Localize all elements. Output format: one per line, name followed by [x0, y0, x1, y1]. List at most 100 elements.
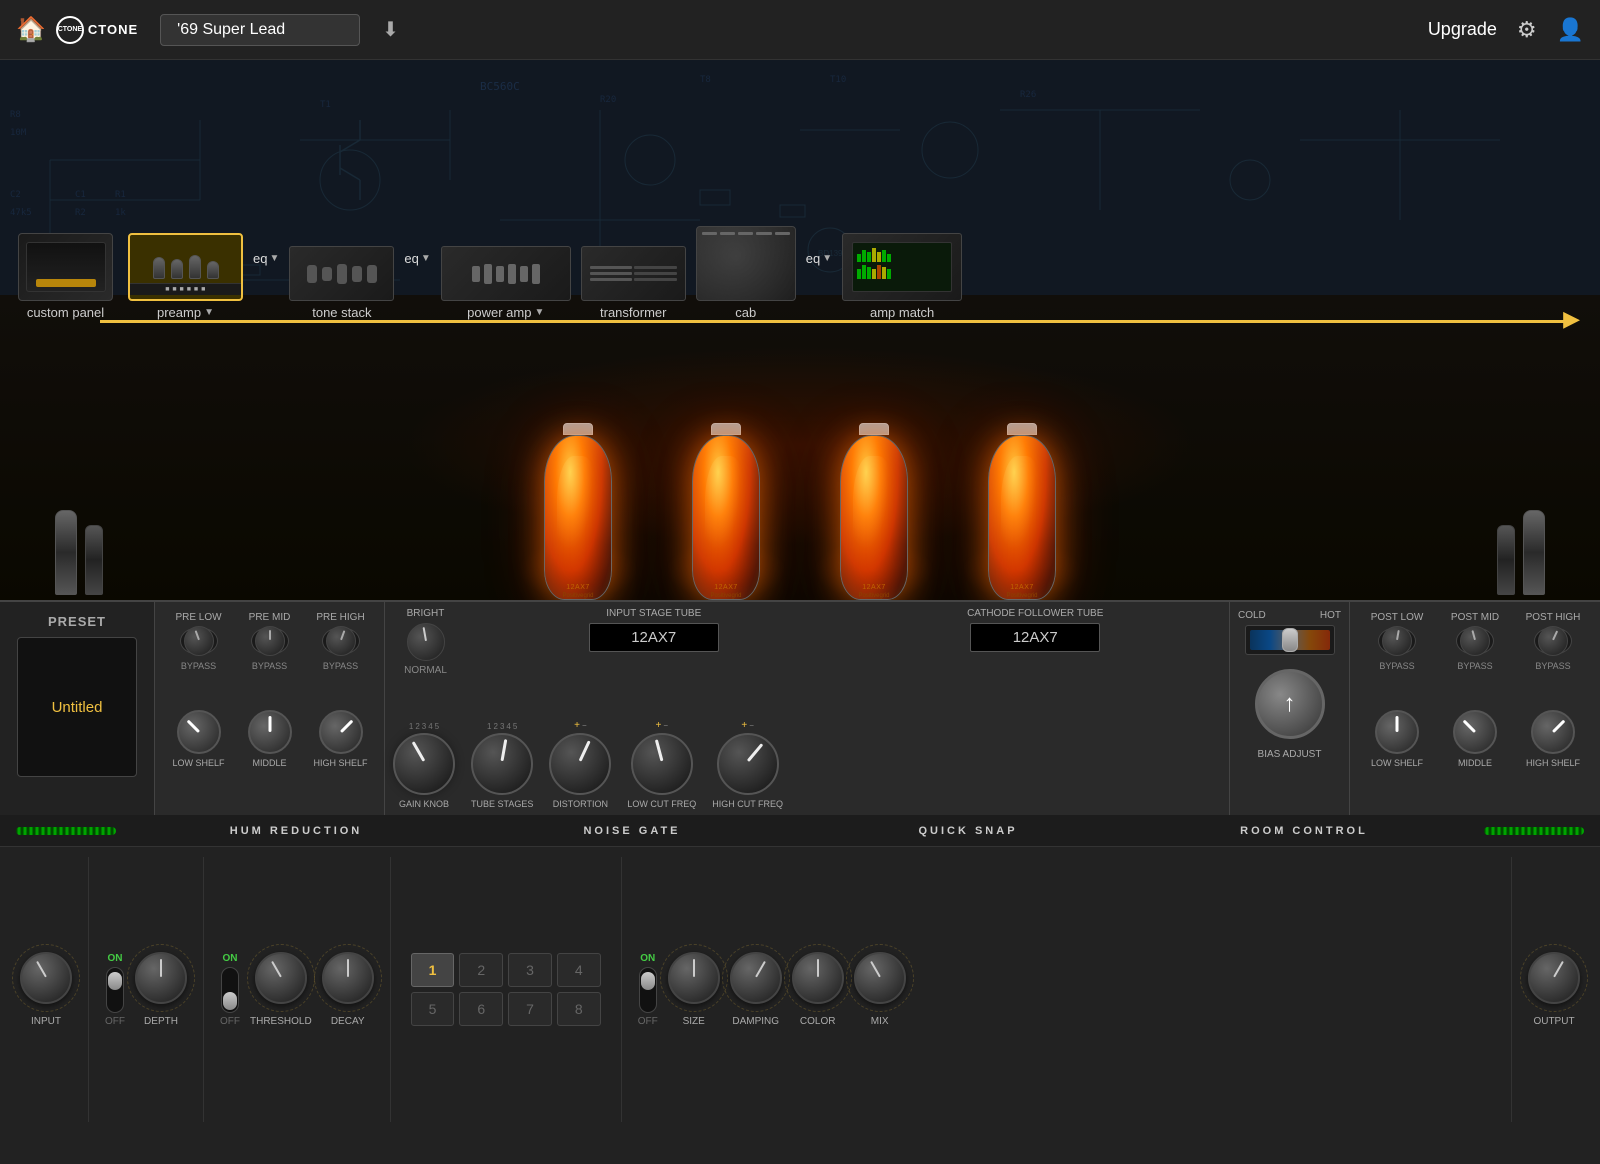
user-icon[interactable]: 👤 [1557, 17, 1584, 43]
cathode-follower-tube-header: CATHODE FOLLOWER TUBE [967, 608, 1103, 619]
hum-reduction-label: HUM REDUCTION [128, 825, 464, 837]
room-mix-knob[interactable] [854, 952, 906, 1004]
room-damping-knob[interactable] [730, 952, 782, 1004]
gain-knob[interactable] [393, 733, 455, 795]
post-mid-bypass-knob[interactable] [1456, 627, 1494, 655]
bright-column: BRIGHT NORMAL [393, 608, 458, 676]
chain-item-eq3[interactable]: eq▼ [806, 251, 832, 320]
tube-stages-knob[interactable] [471, 733, 533, 795]
noise-toggle[interactable] [221, 967, 239, 1013]
preset-box[interactable]: Untitled [17, 637, 137, 777]
chain-label-amp-match: amp match [870, 305, 934, 320]
chain-item-custom-panel[interactable]: custom panel [18, 233, 113, 320]
transformer-image [581, 246, 686, 301]
tube-1[interactable]: 12AX7 Positivegrid ↓ [544, 423, 612, 600]
chain-item-cab[interactable]: cab [696, 226, 796, 320]
snap-btn-3[interactable]: 3 [508, 953, 552, 987]
high-cut-label: HIGH CUT FREQ [712, 799, 783, 809]
pre-low-bypass-knob[interactable] [180, 627, 218, 655]
post-mid-header: POST MID [1445, 612, 1505, 623]
snap-btn-6[interactable]: 6 [459, 992, 503, 1026]
cathode-follower-tube-selector[interactable]: 12AX7 [970, 623, 1100, 652]
pre-low-header: PRE LOW [169, 612, 229, 623]
post-high-header: POST HIGH [1523, 612, 1583, 623]
tube-3[interactable]: 12AX7 Positivegrid [840, 423, 908, 600]
chain-item-eq2[interactable]: eq▼ [404, 251, 430, 320]
input-label: INPUT [31, 1016, 61, 1027]
power-amp-image [441, 246, 571, 301]
led-bar-right [1484, 827, 1584, 835]
room-color-label: COLOR [800, 1016, 836, 1027]
room-toggle[interactable] [639, 967, 657, 1013]
pre-high-header: PRE HIGH [311, 612, 371, 623]
output-knob[interactable] [1528, 952, 1580, 1004]
post-low-shelf-knob[interactable] [1375, 710, 1419, 754]
input-stage-tube-selector[interactable]: 12AX7 [589, 623, 719, 652]
chain-label-transformer: transformer [600, 305, 666, 320]
preset-name-display[interactable]: '69 Super Lead [160, 14, 360, 46]
chain-item-amp-match[interactable]: amp match [842, 233, 962, 320]
side-tube-left-1 [55, 510, 77, 595]
tube-4[interactable]: 12AX7 Positivegrid [988, 423, 1056, 600]
bright-knob[interactable] [407, 623, 445, 661]
tube-stages-column: 12345 TUBE STAGES [471, 722, 533, 809]
settings-icon[interactable]: ⚙ [1517, 17, 1537, 43]
hum-depth-knob[interactable] [135, 952, 187, 1004]
post-middle-knob[interactable] [1453, 710, 1497, 754]
logo-text: CTONE [58, 26, 82, 33]
download-icon[interactable]: ⬇ [382, 17, 399, 42]
cab-gold-strip [36, 279, 96, 287]
pre-low-bypass-label: BYPASS [169, 661, 229, 671]
noise-gate-section: ON OFF THRESHOLD DECAY [212, 952, 382, 1027]
logo: CTONE CTONE [56, 16, 138, 44]
bias-adjust-label: BIAS ADJUST [1258, 749, 1322, 760]
chain-item-transformer[interactable]: transformer [581, 246, 686, 320]
post-high-bypass-knob[interactable] [1534, 627, 1572, 655]
chain-label-custom-panel: custom panel [27, 305, 104, 320]
post-high-bypass-label: BYPASS [1523, 661, 1583, 671]
bias-indicator [1245, 625, 1335, 655]
snap-btn-4[interactable]: 4 [557, 953, 601, 987]
chain-item-preamp[interactable]: ■ ■ ■ ■ ■ ■ preamp▼ [128, 233, 243, 320]
low-cut-column: +− LOW CUT FREQ [627, 720, 696, 809]
pre-high-bypass-knob[interactable] [322, 627, 360, 655]
tube-2[interactable]: 12AX7 Positivegrid [692, 423, 760, 600]
noise-threshold-label: THRESHOLD [250, 1016, 312, 1027]
snap-btn-2[interactable]: 2 [459, 953, 503, 987]
noise-threshold-knob[interactable] [255, 952, 307, 1004]
noise-decay-knob[interactable] [322, 952, 374, 1004]
side-tube-left-2 [85, 525, 103, 595]
high-cut-knob[interactable] [717, 733, 779, 795]
distortion-knob[interactable] [549, 733, 611, 795]
post-low-bypass-knob[interactable] [1378, 627, 1416, 655]
pre-high-shelf-knob[interactable] [319, 710, 363, 754]
hum-depth-label: DEPTH [144, 1016, 178, 1027]
custom-panel-image [18, 233, 113, 301]
hot-label: HOT [1320, 610, 1341, 621]
pre-low-shelf-knob[interactable] [177, 710, 221, 754]
chain-item-tone-stack[interactable]: tone stack [289, 246, 394, 320]
chain-item-eq1[interactable]: eq▼ [253, 251, 279, 320]
tube-stage-area: 12AX7 Positivegrid ↓ 12AX7 Positivegrid … [0, 295, 1600, 615]
quick-snap-label: QUICK SNAP [800, 825, 1136, 837]
pre-mid-bypass-knob[interactable] [251, 627, 289, 655]
snap-btn-8[interactable]: 8 [557, 992, 601, 1026]
upgrade-button[interactable]: Upgrade [1428, 19, 1497, 40]
room-size-knob[interactable] [668, 952, 720, 1004]
hum-reduction-section: ON OFF DEPTH [97, 952, 195, 1027]
tube-1-body: 12AX7 Positivegrid [544, 435, 612, 600]
input-knob[interactable] [20, 952, 72, 1004]
snap-btn-1[interactable]: 1 [411, 953, 455, 987]
snap-btn-5[interactable]: 5 [411, 992, 455, 1026]
room-color-knob[interactable] [792, 952, 844, 1004]
snap-btn-7[interactable]: 7 [508, 992, 552, 1026]
home-icon[interactable]: 🏠 [16, 15, 46, 44]
eq2-arrow: ▼ [421, 253, 431, 264]
post-high-shelf-knob[interactable] [1531, 710, 1575, 754]
hum-toggle[interactable] [106, 967, 124, 1013]
bias-adjust-knob[interactable] [1255, 669, 1325, 739]
chain-item-power-amp[interactable]: power amp▼ [441, 246, 571, 320]
chain-label-tone-stack: tone stack [312, 305, 371, 320]
low-cut-knob[interactable] [631, 733, 693, 795]
pre-middle-knob[interactable] [248, 710, 292, 754]
